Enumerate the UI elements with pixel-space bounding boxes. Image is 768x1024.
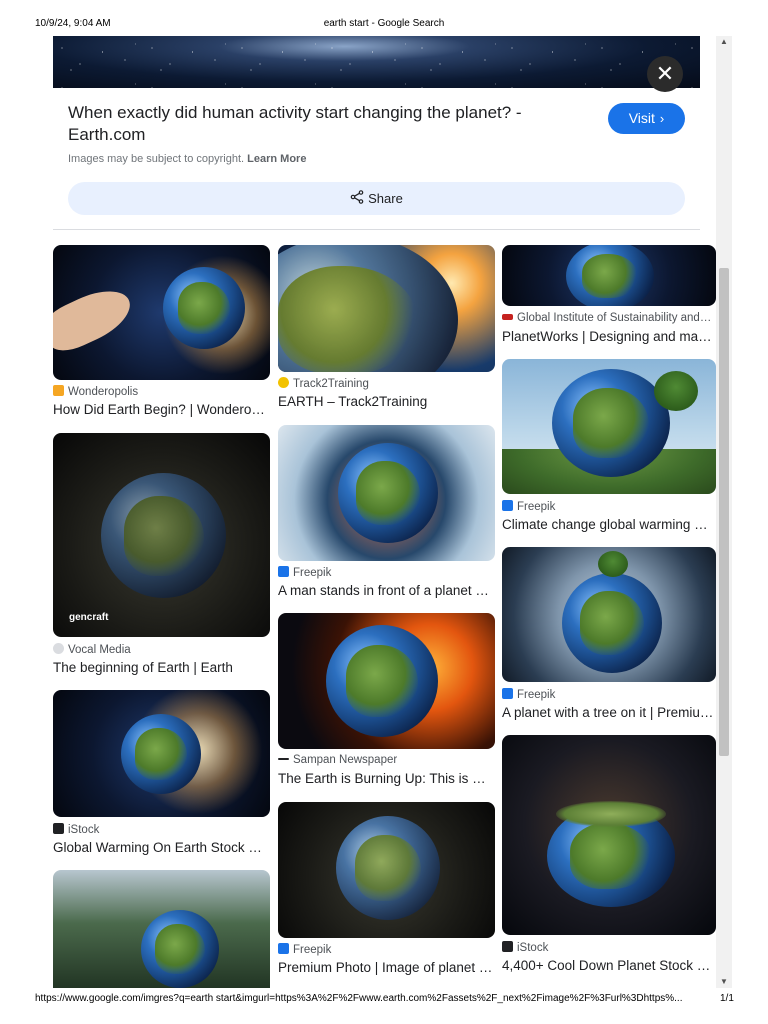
result-thumbnail[interactable] (502, 359, 716, 494)
result-caption[interactable]: Climate change global warming concept (502, 517, 714, 532)
scroll-down-arrow-icon[interactable]: ▼ (716, 976, 732, 988)
result-thumbnail[interactable] (278, 802, 495, 938)
learn-more-link[interactable]: Learn More (247, 153, 306, 165)
result-caption[interactable]: EARTH – Track2Training (278, 394, 493, 409)
result-caption[interactable]: How Did Earth Begin? | Wonderopolis (53, 402, 268, 417)
copyright-text: Images may be subject to copyright. (68, 153, 245, 165)
result-source: iStock (53, 823, 99, 836)
favicon-icon (53, 643, 64, 654)
share-icon (350, 183, 364, 216)
close-button[interactable]: ✕ (647, 56, 683, 92)
result-card[interactable]: iStock 4,400+ Cool Down Planet Stock Pho… (502, 735, 716, 975)
result-source: Vocal Media (53, 643, 131, 656)
divider (53, 229, 700, 230)
result-thumbnail[interactable] (278, 425, 495, 561)
result-card[interactable]: Freepik Premium Photo | Image of planet … (278, 802, 495, 978)
result-card[interactable]: gencraft Vocal Media The beginning of Ea… (53, 433, 270, 678)
copyright-notice: Images may be subject to copyright. Lear… (68, 153, 306, 165)
favicon-icon (502, 941, 513, 952)
result-source: Track2Training (278, 377, 369, 390)
result-caption[interactable]: The beginning of Earth | Earth (53, 660, 268, 675)
print-url: https://www.google.com/imgres?q=earth st… (35, 993, 683, 1004)
result-thumbnail[interactable] (53, 245, 270, 380)
result-caption[interactable]: 4,400+ Cool Down Planet Stock Photos (502, 958, 714, 973)
result-thumbnail[interactable] (502, 245, 716, 306)
chevron-right-icon: › (659, 111, 665, 126)
result-caption[interactable]: Global Warming On Earth Stock Photo (53, 840, 268, 855)
result-source: Freepik (502, 688, 555, 701)
scrollbar[interactable]: ▲ ▼ (716, 36, 732, 988)
preview-image[interactable] (53, 36, 700, 88)
result-thumbnail[interactable] (53, 690, 270, 817)
favicon-icon (53, 385, 64, 396)
favicon-icon (278, 943, 289, 954)
visit-button[interactable]: Visit › (608, 103, 685, 134)
result-card[interactable]: Freepik Climate change global warming co… (502, 359, 716, 534)
scrollbar-thumb[interactable] (719, 268, 729, 756)
result-thumbnail[interactable] (502, 547, 716, 682)
result-source: Freepik (502, 500, 555, 513)
result-source: Wonderopolis (53, 385, 138, 398)
result-card[interactable]: Freepik A man stands in front of a plane… (278, 425, 495, 600)
favicon-icon (278, 566, 289, 577)
result-card[interactable]: Sampan Newspaper The Earth is Burning Up… (278, 613, 495, 788)
favicon-icon (53, 823, 64, 834)
close-icon: ✕ (655, 61, 675, 86)
scroll-up-arrow-icon[interactable]: ▲ (716, 36, 732, 48)
result-thumbnail[interactable] (278, 613, 495, 749)
result-card[interactable]: Track2Training EARTH – Track2Training (278, 245, 495, 410)
result-source: iStock (502, 941, 548, 954)
result-card[interactable]: iStock Global Warming On Earth Stock Pho… (53, 690, 270, 858)
share-label: Share (368, 191, 403, 206)
result-thumbnail[interactable]: gencraft (53, 433, 270, 637)
result-thumbnail[interactable] (502, 735, 716, 935)
result-card[interactable]: Freepik A planet with a tree on it | Pre… (502, 547, 716, 722)
share-button[interactable]: Share (68, 182, 685, 215)
watermark-label: gencraft (69, 612, 109, 623)
print-header: 10/9/24, 9:04 AM earth start - Google Se… (0, 16, 768, 30)
result-card[interactable] (53, 870, 270, 988)
result-caption[interactable]: PlanetWorks | Designing and managing (502, 329, 714, 344)
favicon-icon (502, 500, 513, 511)
result-caption[interactable]: A planet with a tree on it | Premium AI (502, 705, 714, 720)
result-source: Freepik (278, 943, 331, 956)
favicon-icon (502, 688, 513, 699)
result-source: Freepik (278, 566, 331, 579)
visit-label: Visit (628, 110, 655, 126)
result-card[interactable]: Global Institute of Sustainability and I… (502, 245, 716, 345)
favicon-icon (278, 758, 289, 760)
result-caption[interactable]: A man stands in front of a planet with a (278, 583, 493, 598)
favicon-icon (278, 377, 289, 388)
result-thumbnail[interactable] (53, 870, 270, 988)
result-source: Sampan Newspaper (278, 754, 397, 766)
result-thumbnail[interactable] (278, 245, 495, 372)
result-caption[interactable]: Premium Photo | Image of planet earth (278, 960, 493, 975)
print-page-title: earth start - Google Search (323, 18, 445, 29)
result-source: Global Institute of Sustainability and I… (502, 312, 714, 324)
print-page-number: 1/1 (720, 993, 734, 1004)
preview-title[interactable]: When exactly did human activity start ch… (68, 102, 588, 146)
result-card[interactable]: Wonderopolis How Did Earth Begin? | Wond… (53, 245, 270, 420)
result-caption[interactable]: The Earth is Burning Up: This is What (278, 771, 493, 786)
favicon-icon (502, 314, 513, 320)
